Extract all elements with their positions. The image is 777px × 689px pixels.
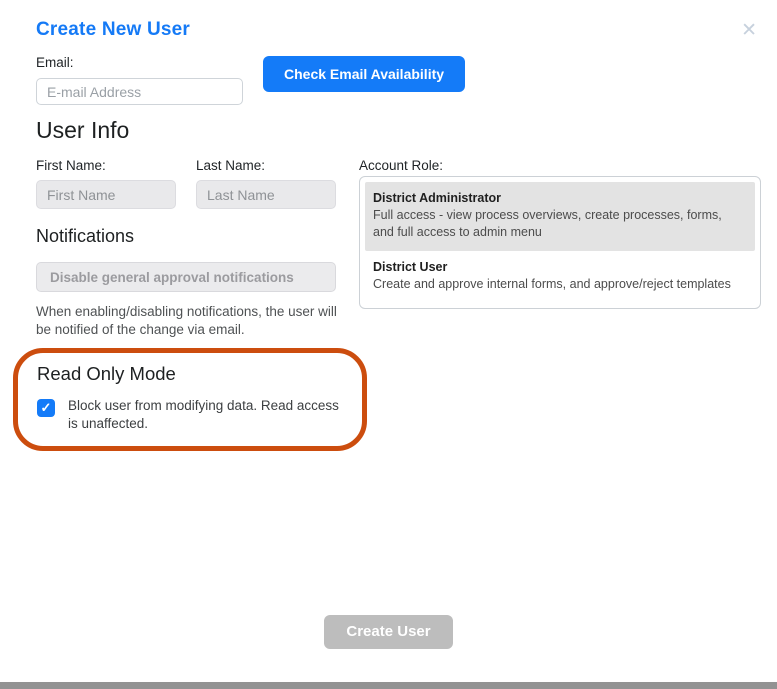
role-description: Full access - view process overviews, cr… — [373, 208, 722, 239]
user-info-heading: User Info — [36, 117, 130, 143]
left-column: First Name: Last Name: Notifications Dis… — [13, 158, 367, 451]
close-icon[interactable]: ✕ — [737, 19, 761, 42]
name-fields-row: First Name: Last Name: — [36, 158, 336, 209]
read-only-checkbox[interactable]: ✓ — [37, 399, 55, 418]
role-name: District Administrator — [373, 191, 502, 205]
account-role-label: Account Role: — [359, 158, 444, 173]
account-role-column: Account Role: District Administrator Ful… — [359, 158, 777, 309]
last-name-input[interactable] — [196, 180, 336, 209]
read-only-mode-annotation: Read Only Mode ✓ Block user from modifyi… — [13, 347, 367, 451]
read-only-mode-heading: Read Only Mode — [37, 362, 176, 384]
email-input[interactable] — [36, 78, 243, 105]
bottom-scrollbar[interactable] — [0, 682, 777, 689]
role-name: District User — [373, 259, 448, 274]
dialog-title: Create New User — [36, 19, 191, 40]
disable-notifications-button[interactable]: Disable general approval notifications — [36, 262, 336, 292]
email-label: Email: — [36, 55, 74, 70]
email-section: Email: Check Email Availability — [36, 55, 777, 105]
role-description: Create and approve internal forms, and a… — [373, 276, 731, 291]
last-name-label: Last Name: — [196, 158, 266, 173]
dialog-footer: Create User — [0, 614, 777, 649]
notifications-help-text: When enabling/disabling notifications, t… — [36, 304, 337, 337]
read-only-checkbox-row: ✓ Block user from modifying data. Read a… — [37, 397, 344, 433]
notifications-heading: Notifications — [36, 226, 135, 246]
read-only-checkbox-label: Block user from modifying data. Read acc… — [68, 398, 339, 432]
first-name-input[interactable] — [36, 180, 176, 209]
dialog-header: Create New User ✕ — [0, 0, 777, 42]
role-option-district-administrator[interactable]: District Administrator Full access - vie… — [365, 182, 755, 251]
role-option-district-user[interactable]: District User Create and approve interna… — [365, 251, 755, 303]
check-icon: ✓ — [40, 400, 52, 416]
first-name-label: First Name: — [36, 158, 106, 173]
create-user-button[interactable]: Create User — [324, 614, 453, 649]
user-info-body: First Name: Last Name: Notifications Dis… — [13, 158, 777, 451]
account-role-listbox: District Administrator Full access - vie… — [359, 176, 761, 309]
check-email-availability-button[interactable]: Check Email Availability — [263, 56, 466, 92]
